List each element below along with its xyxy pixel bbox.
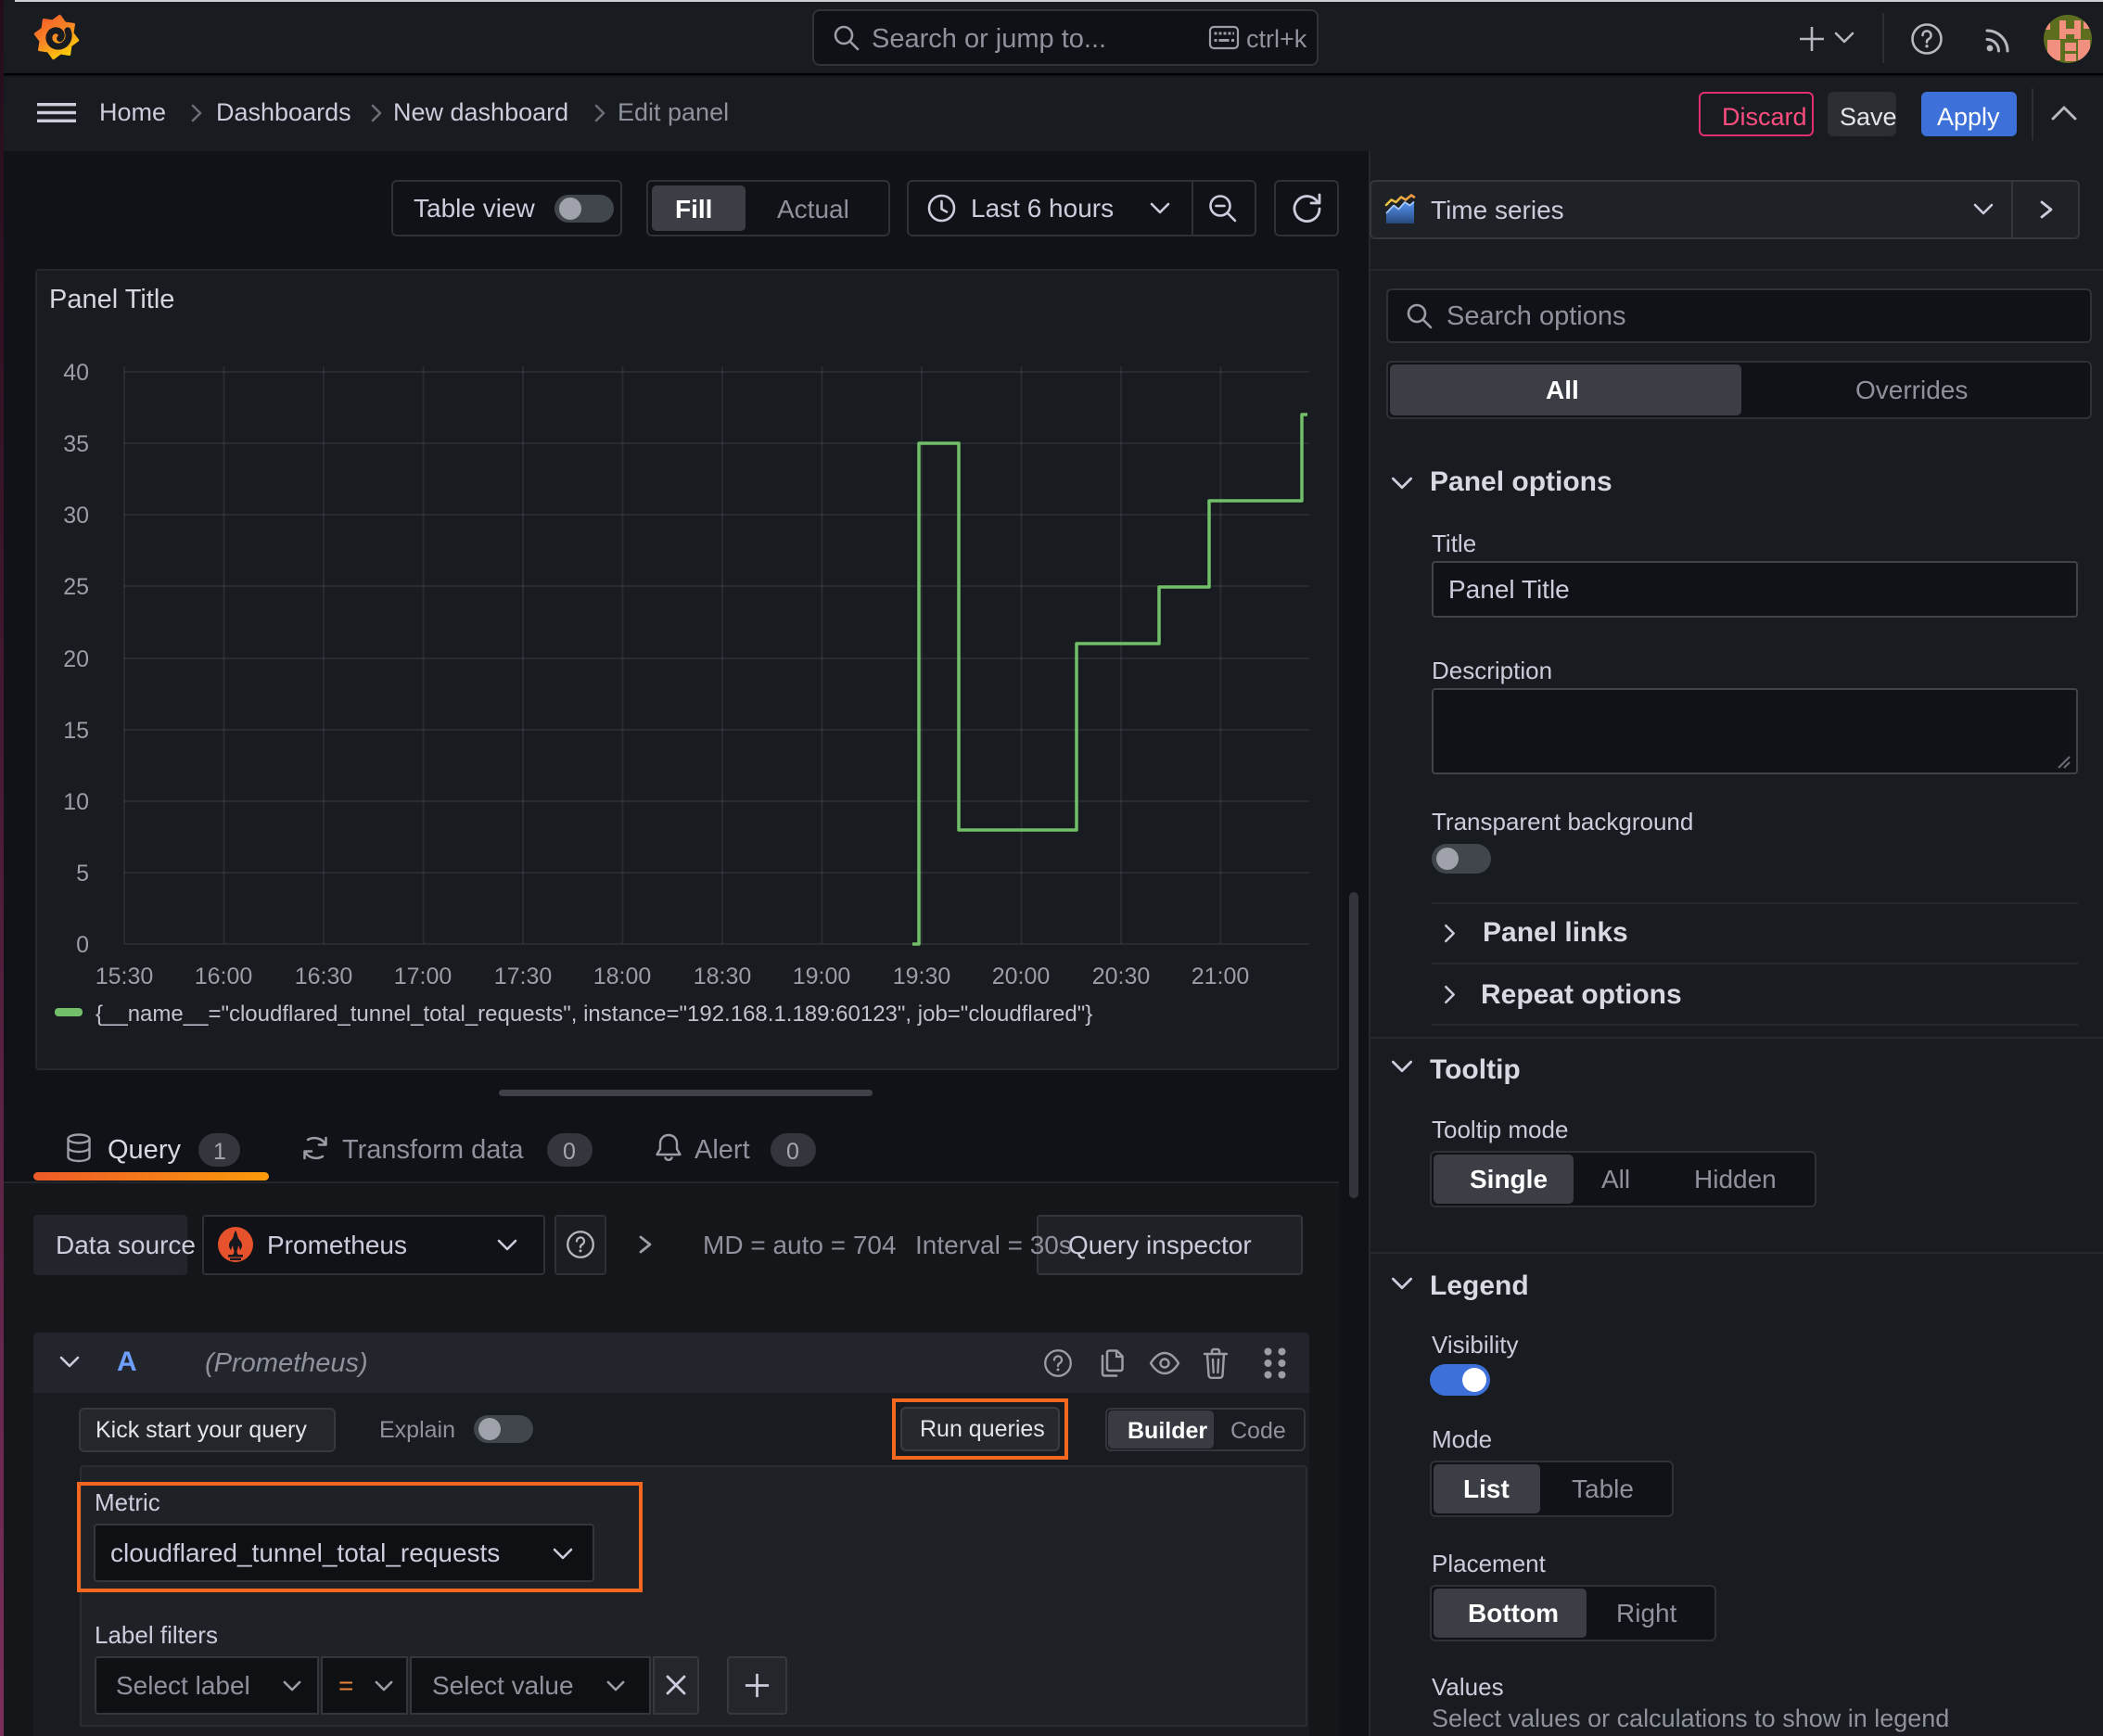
svg-text:17:00: 17:00 [394,964,452,989]
svg-text:20:30: 20:30 [1092,964,1151,989]
svg-text:30: 30 [63,503,89,529]
svg-text:5: 5 [76,861,89,887]
svg-text:18:30: 18:30 [694,964,752,989]
svg-text:16:00: 16:00 [195,964,253,989]
svg-text:17:30: 17:30 [494,964,553,989]
svg-text:20: 20 [63,646,89,672]
svg-text:40: 40 [63,360,89,386]
svg-text:15:30: 15:30 [96,964,154,989]
svg-text:10: 10 [63,789,89,815]
svg-text:{__name__="cloudflared_tunnel_: {__name__="cloudflared_tunnel_total_requ… [96,1002,1092,1027]
svg-text:19:30: 19:30 [893,964,951,989]
svg-text:21:00: 21:00 [1192,964,1250,989]
svg-text:15: 15 [63,718,89,744]
svg-text:16:30: 16:30 [295,964,353,989]
svg-text:35: 35 [63,431,89,457]
svg-text:19:00: 19:00 [793,964,851,989]
svg-text:20:00: 20:00 [992,964,1051,989]
svg-text:25: 25 [63,574,89,600]
svg-text:18:00: 18:00 [593,964,652,989]
svg-text:0: 0 [76,932,89,958]
